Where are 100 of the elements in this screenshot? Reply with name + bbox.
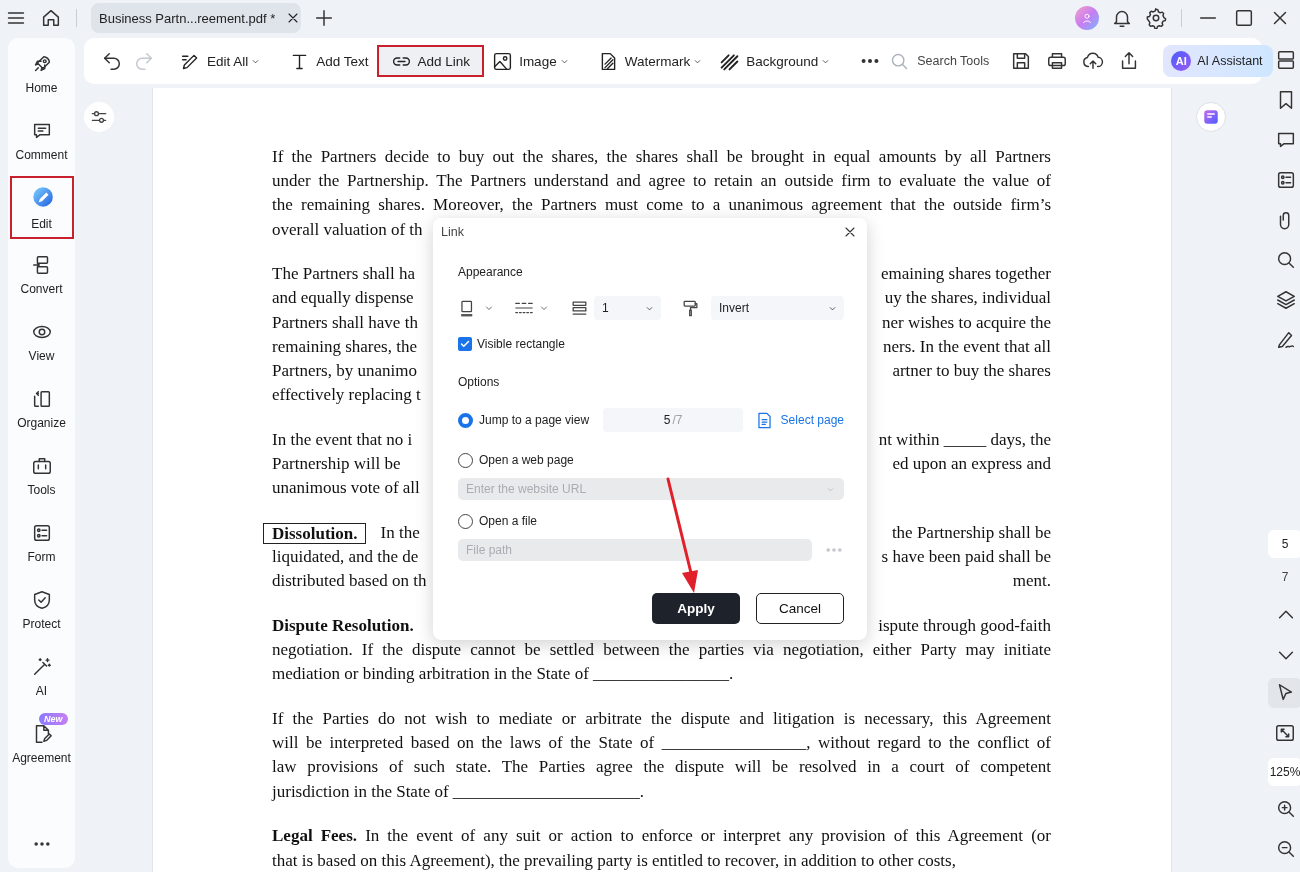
checkbox-label: Visible rectangle xyxy=(477,337,565,351)
cancel-button[interactable]: Cancel xyxy=(756,593,844,624)
image-icon xyxy=(492,50,514,72)
sidebar-item[interactable]: View xyxy=(9,310,74,373)
text-fragment: Partnership will be xyxy=(272,453,401,476)
text-line: that is based on this Agreement), the prevailing party is entitled to recover, in addition to other costs, xyxy=(272,849,957,872)
sidebar-item[interactable]: AI xyxy=(9,645,74,708)
text-fragment: distributed based on th xyxy=(272,570,427,593)
page-count: 7 xyxy=(1280,570,1290,584)
sidebar-item[interactable]: Comment xyxy=(9,109,74,172)
toolbar-button[interactable]: Add Link xyxy=(376,45,485,77)
new-badge: New xyxy=(39,713,68,725)
ai-logo-icon: AI xyxy=(1171,51,1192,71)
text-fragment: ner wishes to acquire the xyxy=(882,311,1051,334)
sidebar-item[interactable]: Edit xyxy=(9,176,74,239)
signature-icon[interactable] xyxy=(1275,329,1297,351)
home-icon[interactable] xyxy=(40,7,62,29)
checkbox[interactable] xyxy=(458,337,472,351)
text-fragment: effectively replacing t xyxy=(272,384,421,407)
text-fragment: the Partnership shall be xyxy=(891,521,1051,544)
text-fragment: liquidated, and the de xyxy=(272,546,419,569)
maximize-icon[interactable] xyxy=(1233,7,1255,29)
radio-option[interactable]: Open a web page xyxy=(458,450,574,470)
zoom-in-icon[interactable] xyxy=(1275,798,1297,820)
text-fragment: emaining shares together xyxy=(881,263,1051,286)
toolbar-button[interactable]: Add Text xyxy=(281,45,377,77)
printer-icon[interactable] xyxy=(1046,50,1069,72)
filter-button[interactable] xyxy=(84,102,114,132)
text-fragment: remaining shares, the xyxy=(272,335,417,358)
radio-option[interactable]: Open a file xyxy=(458,511,538,531)
toolbar-button[interactable]: Image xyxy=(484,45,578,77)
ai-assistant-button[interactable]: AI AI Assistant xyxy=(1163,45,1273,77)
sidebar-item[interactable]: Home xyxy=(9,42,74,105)
text-fragment: unanimous vote of all xyxy=(272,477,420,500)
notes-icon xyxy=(1202,108,1220,126)
toolbar-button[interactable]: Watermark xyxy=(589,45,712,77)
dialog-title: Link xyxy=(441,225,464,239)
panels-icon[interactable] xyxy=(1275,49,1297,71)
text-fragment: nt within _____ days, the xyxy=(878,428,1051,451)
tool-button[interactable] xyxy=(1268,678,1300,708)
sidebar-item[interactable]: Protect xyxy=(9,578,74,641)
text-fragment: The Partners shall ha xyxy=(272,263,416,286)
sidebar-item[interactable]: Form xyxy=(9,511,74,574)
highlight-select[interactable]: Invert xyxy=(711,296,844,320)
plus-icon[interactable] xyxy=(313,7,335,29)
undo-icon[interactable] xyxy=(101,50,123,72)
text-fragment: ispute through good-faith xyxy=(878,615,1051,637)
text-fragment: Partners shall have th xyxy=(272,311,418,334)
zoom-out-icon[interactable] xyxy=(1275,838,1297,860)
page-number-field[interactable]: 5 xyxy=(1268,530,1300,558)
toolbar-button[interactable]: Background xyxy=(711,45,840,77)
sidebar-item[interactable]: New Agreement xyxy=(9,712,74,775)
settings-icon[interactable] xyxy=(1145,7,1167,29)
text-fragment: ment. xyxy=(1012,570,1051,593)
sidebar-item[interactable]: Organize xyxy=(9,377,74,440)
document-tab[interactable]: Business Partn...reement.pdf * xyxy=(91,3,301,33)
page-number-field[interactable]: 5 /7 xyxy=(603,408,744,432)
text-line: law provisions of such state. The Parties agree the dispute will be resolved in a court of competent xyxy=(272,756,1051,779)
text-fragment: In the xyxy=(380,521,420,544)
line-width-select[interactable]: 1 xyxy=(594,296,661,320)
radio-button[interactable] xyxy=(458,412,473,428)
layers-icon[interactable] xyxy=(1275,289,1297,311)
paint-roller-icon[interactable] xyxy=(681,298,700,318)
text-line: the remaining shares. Moreover, the Partners must come to a unanimous agreement that the outside firm’s xyxy=(272,194,1051,217)
text-line: mediation or binding arbitration in the State of ________________. xyxy=(272,663,735,686)
check-icon xyxy=(459,338,471,350)
person-icon xyxy=(1080,11,1094,25)
text-fragment: ed upon an express and xyxy=(892,453,1051,476)
link-rectangle[interactable]: Dissolution. xyxy=(263,522,366,544)
fit-screen-icon xyxy=(1274,722,1296,744)
text-fragment: overall valuation of th xyxy=(272,218,423,241)
text-line: under the Partnership. The Partners understand and agree to retain an outside firm to evaluate the value of xyxy=(272,170,1051,193)
sidebar-item[interactable]: Convert xyxy=(9,243,74,306)
search-icon[interactable] xyxy=(1275,249,1297,271)
text-line: will be interpreted based on the laws of the State of _________________, without regard to the conflict of xyxy=(272,732,1051,755)
text-fragment: s have been paid shall be xyxy=(881,546,1051,569)
text-line: If the Parties do not wish to mediate or arbitrate the dispute and litigation is necessary, this Agreement xyxy=(272,708,1051,731)
apply-button[interactable]: Apply xyxy=(652,593,740,624)
text-fragment: Partners, by unanimo xyxy=(272,360,417,382)
zoom-level[interactable]: 125% xyxy=(1268,758,1300,786)
toolbar-button[interactable]: Edit All xyxy=(172,45,270,77)
cloud-upload-icon[interactable] xyxy=(1082,50,1105,72)
assistant-button[interactable] xyxy=(1196,102,1226,132)
section-heading: Appearance xyxy=(458,264,524,281)
text-line: If the Partners decide to buy out the shares, the shares shall be brought in equal amounts by all Partners xyxy=(272,146,1051,168)
select-page-link[interactable]: Select page xyxy=(754,410,844,430)
text-fragment: uy the shares, individual xyxy=(884,287,1051,310)
text-fragment: Dispute Resolution. xyxy=(272,615,414,637)
search-field[interactable]: Search Tools xyxy=(889,50,990,72)
text-fragment: and equally dispense xyxy=(272,287,414,310)
text-line: jurisdiction in the State of ______________________. xyxy=(272,780,646,803)
section-heading: Options xyxy=(458,374,501,391)
text-fragment: artner to buy the shares xyxy=(892,360,1051,382)
radio-option[interactable]: Jump to a page view xyxy=(458,410,590,430)
form-icon[interactable] xyxy=(1275,169,1297,191)
sidebar-item[interactable]: Tools xyxy=(9,444,74,507)
text-fragment: In the event that no i xyxy=(272,428,413,451)
text-line: negotiation. If the dispute cannot be settled between the parties via negotiation, either Party may initiate xyxy=(272,639,1051,662)
text-fragment: ners. In the event that all xyxy=(882,335,1051,358)
text-line: Legal Fees. In the event of any suit or action to enforce or interpret any provision of this Agreement (or xyxy=(272,825,1051,848)
